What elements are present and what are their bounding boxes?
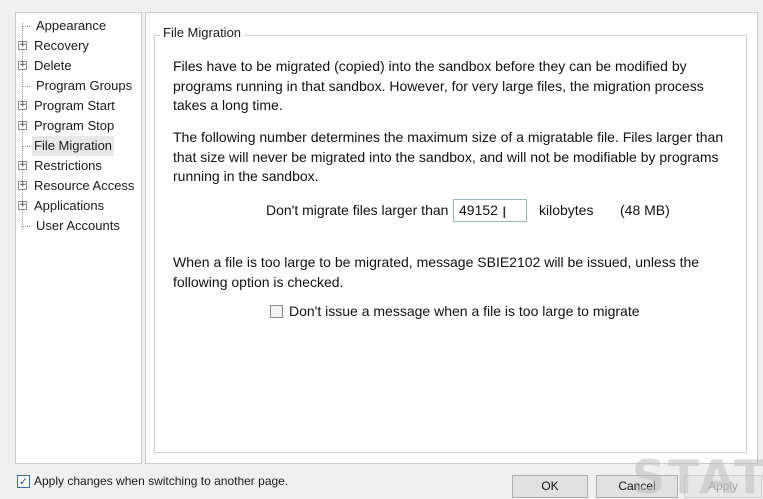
settings-content-pane: File Migration Files have to be migrated… bbox=[145, 12, 758, 464]
plus-box-icon[interactable]: + bbox=[18, 101, 27, 110]
watermark-logo: STATI bbox=[632, 455, 763, 499]
plus-box-icon[interactable]: + bbox=[18, 201, 27, 210]
limit-mb: (48 MB) bbox=[620, 202, 670, 218]
plus-box-icon[interactable]: + bbox=[18, 41, 27, 50]
plus-box-icon[interactable]: + bbox=[18, 181, 27, 190]
tree-item-label: Appearance bbox=[36, 18, 107, 33]
tree-connector bbox=[22, 146, 30, 147]
tree-item-label: Resource Access bbox=[34, 178, 135, 193]
tree-item-label: Program Groups bbox=[36, 78, 133, 93]
tree-item-label: Delete bbox=[34, 58, 72, 73]
no-message-label[interactable]: Don't issue a message when a file is too… bbox=[289, 303, 640, 319]
plus-box-icon[interactable]: + bbox=[18, 121, 27, 130]
tree-connector bbox=[22, 226, 30, 227]
tree-item-label: Program Start bbox=[34, 98, 115, 113]
settings-tree[interactable]: Appearance + Recovery + Delete Program Groups… bbox=[15, 12, 142, 464]
tree-item-label: Applications bbox=[34, 198, 105, 213]
tree-item-label: Restrictions bbox=[34, 158, 102, 173]
tree-item-label: User Accounts bbox=[36, 218, 120, 233]
group-title: File Migration bbox=[160, 25, 245, 40]
tree-connector bbox=[22, 26, 30, 27]
limit-unit: kilobytes bbox=[539, 202, 594, 218]
limit-label: Don't migrate files larger than bbox=[266, 202, 449, 218]
ibeam-cursor-icon: I bbox=[502, 203, 507, 222]
too-large-description: When a file is too large to be migrated,… bbox=[173, 254, 700, 290]
tree-item-label: File Migration bbox=[32, 136, 115, 156]
max-size-input[interactable]: 49152 I bbox=[453, 199, 527, 222]
no-message-checkbox[interactable] bbox=[270, 305, 283, 318]
migration-limit-description: The following number determines the maxi… bbox=[173, 129, 724, 184]
max-size-value: 49152 bbox=[459, 202, 498, 218]
plus-box-icon[interactable]: + bbox=[18, 161, 27, 170]
checkmark-icon[interactable]: ✓ bbox=[17, 475, 30, 488]
tree-connector bbox=[22, 86, 30, 87]
apply-on-switch-label[interactable]: Apply changes when switching to another … bbox=[34, 474, 288, 488]
tree-item-label: Program Stop bbox=[34, 118, 115, 133]
plus-box-icon[interactable]: + bbox=[18, 61, 27, 70]
ok-button[interactable]: OK bbox=[512, 475, 588, 498]
tree-item-label: Recovery bbox=[34, 38, 89, 53]
migration-intro-text: Files have to be migrated (copied) into … bbox=[173, 58, 704, 113]
